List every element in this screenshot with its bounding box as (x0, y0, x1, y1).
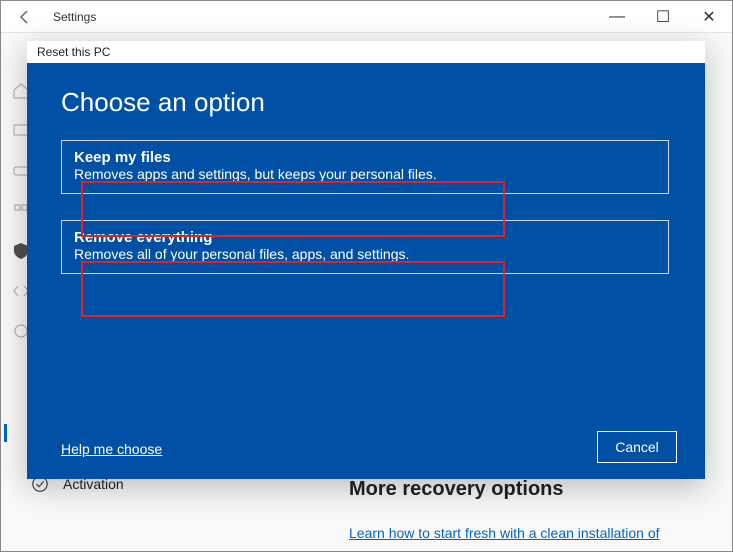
dialog-title: Reset this PC (27, 41, 705, 63)
window-maximize-button[interactable]: ☐ (640, 1, 686, 33)
option-remove-everything[interactable]: Remove everything Removes all of your pe… (61, 220, 669, 274)
help-me-choose-link[interactable]: Help me choose (61, 441, 162, 457)
sidebar-selection-indicator (4, 424, 7, 442)
arrow-left-icon (17, 9, 33, 25)
dialog-heading: Choose an option (61, 87, 671, 118)
section-heading-more-recovery: More recovery options (349, 478, 564, 501)
window-close-button[interactable]: ✕ (686, 1, 732, 33)
option-desc: Removes apps and settings, but keeps you… (74, 166, 656, 182)
option-title: Keep my files (74, 149, 656, 166)
start-fresh-link[interactable]: Learn how to start fresh with a clean in… (349, 525, 660, 541)
option-desc: Removes all of your personal files, apps… (74, 246, 656, 262)
cancel-button[interactable]: Cancel (597, 431, 677, 463)
back-button[interactable] (1, 9, 49, 25)
settings-titlebar: Settings — ☐ ✕ (1, 1, 732, 33)
window-minimize-button[interactable]: — (594, 1, 640, 33)
reset-pc-dialog: Reset this PC Choose an option Keep my f… (27, 41, 705, 479)
option-title: Remove everything (74, 229, 656, 246)
window-title: Settings (49, 10, 594, 24)
option-keep-my-files[interactable]: Keep my files Removes apps and settings,… (61, 140, 669, 194)
